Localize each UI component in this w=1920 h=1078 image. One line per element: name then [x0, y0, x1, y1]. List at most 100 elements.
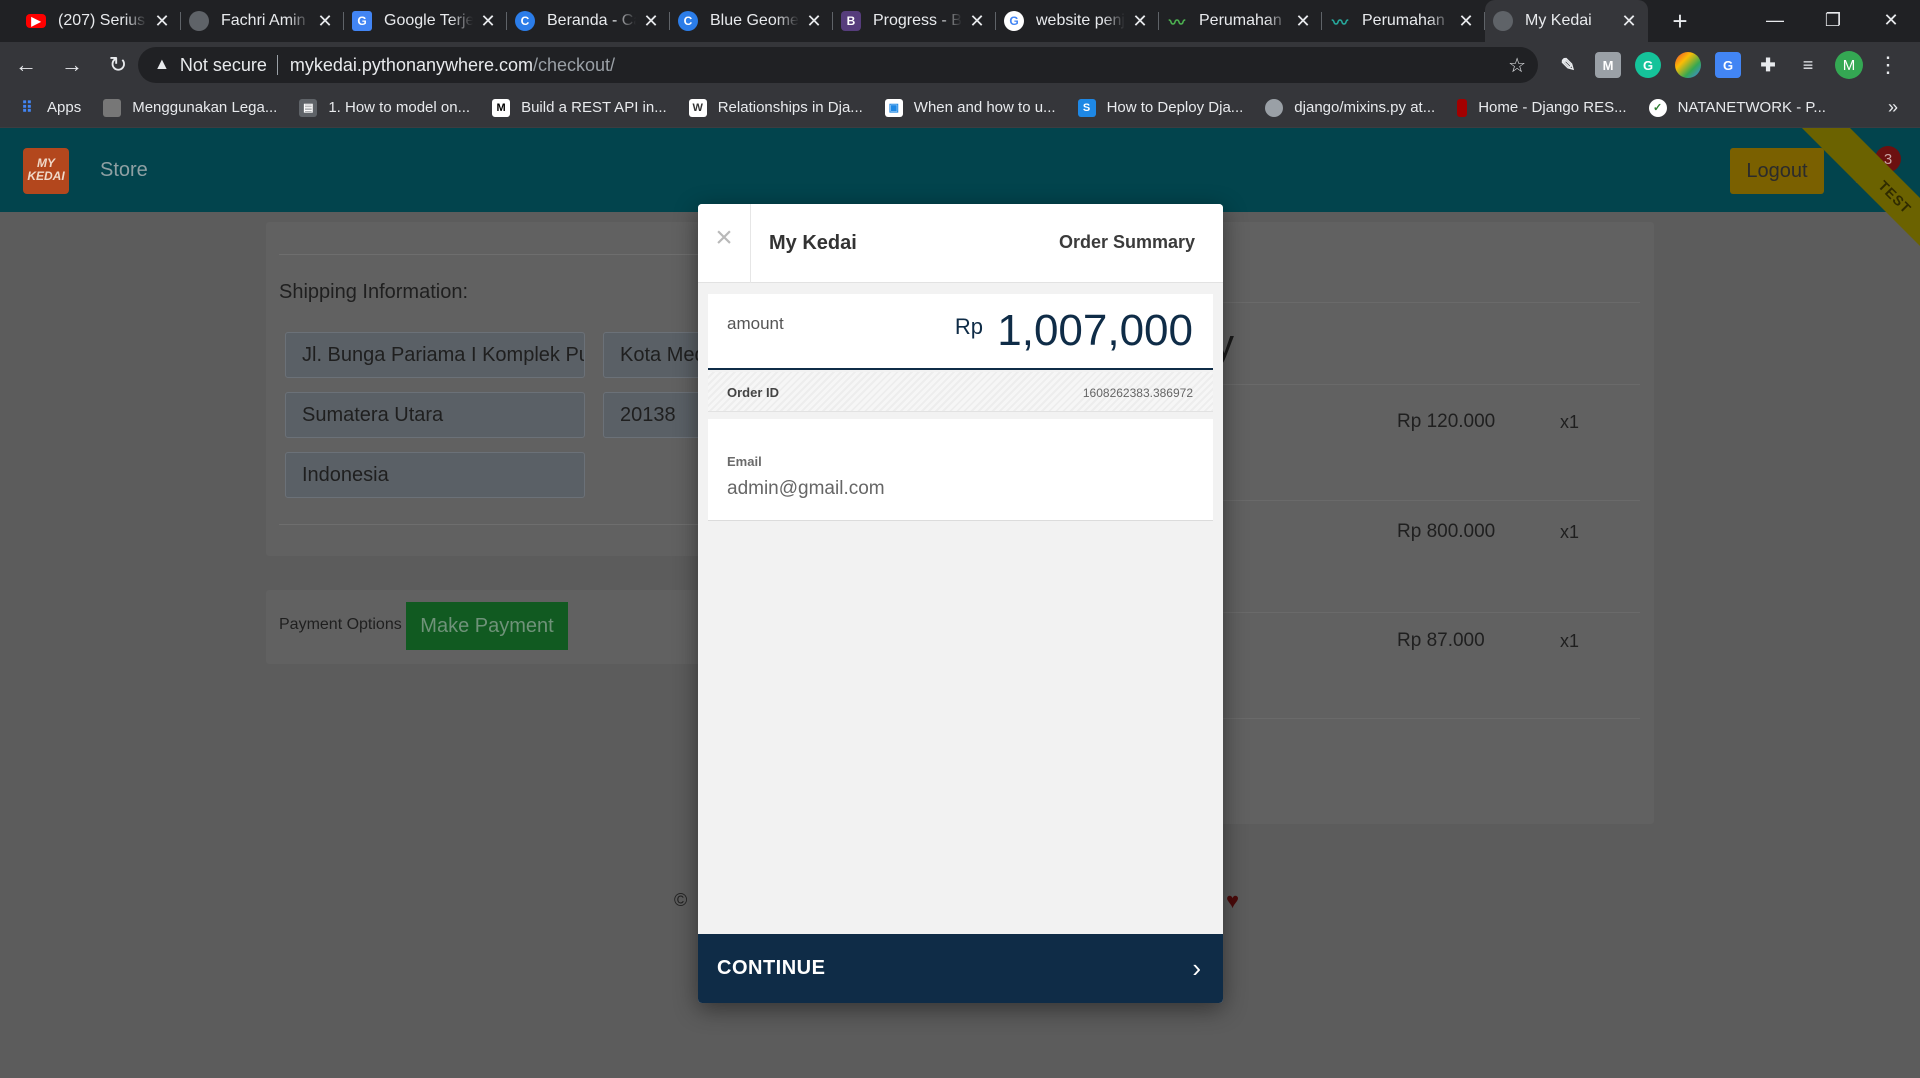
bookmark-item[interactable]: ▣ When and how to u... [884, 98, 1056, 117]
restore-icon[interactable]: ❐ [1804, 0, 1862, 40]
window-controls: — ❐ ✕ [1746, 0, 1920, 40]
s-icon: S [1077, 98, 1096, 117]
close-icon[interactable]: ✕ [1294, 12, 1312, 30]
browser-tab[interactable]: 〰 Perumahan ✕ [1322, 0, 1485, 42]
address-bar[interactable]: ▲ Not secure mykedai.pythonanywhere.com … [138, 47, 1538, 83]
divider [750, 204, 751, 283]
merchant-name: My Kedai [769, 232, 857, 254]
bookmark-item[interactable]: M Build a REST API in... [492, 98, 667, 117]
tab-title: Perumahan [1199, 12, 1282, 29]
divider [1214, 718, 1640, 719]
tab-title: Beranda - Canva [547, 12, 636, 29]
tab-title: Blue Geometric [710, 12, 799, 29]
continue-label: CONTINUE [717, 957, 826, 979]
order-id-label: Order ID [727, 385, 780, 400]
payment-modal: × My Kedai Order Summary amount Rp 1,007… [698, 204, 1223, 1003]
colorful-extension-icon[interactable] [1675, 52, 1701, 78]
bookmark-label: Apps [47, 99, 82, 116]
bookmark-item[interactable]: django/mixins.py at... [1265, 98, 1436, 117]
pen-extension-icon[interactable]: ✎ [1555, 52, 1581, 78]
amount-currency: Rp [954, 314, 983, 339]
close-icon[interactable]: ✕ [153, 12, 171, 30]
close-icon[interactable]: × [712, 223, 736, 253]
tab-title: (207) Serius [58, 12, 146, 29]
order-summary-link[interactable]: Order Summary [1059, 232, 1195, 253]
email-value: admin@gmail.com [727, 478, 885, 499]
google-translate-extension-icon[interactable]: G [1715, 52, 1741, 78]
bookmark-label: django/mixins.py at... [1294, 99, 1436, 116]
not-secure-label: Not secure [179, 54, 267, 75]
close-icon[interactable]: ✕ [968, 12, 986, 30]
minimize-icon[interactable]: — [1746, 0, 1804, 40]
tab-title: website penjualan [1036, 12, 1125, 29]
apps-icon: ⠿ [21, 99, 33, 117]
tab-strip: ▶ (207) Serius ✕ Fachri Amin ✕ G Google … [0, 0, 1920, 42]
item-quantity: x1 [1560, 631, 1580, 651]
close-icon[interactable]: ✕ [316, 12, 334, 30]
browser-tab[interactable]: G Google Terjemahan ✕ [344, 0, 507, 42]
bookmark-label: Menggunakan Lega... [132, 99, 278, 116]
url-path: /checkout/ [533, 54, 616, 75]
bookmark-item[interactable]: Home - Django RES... [1457, 98, 1627, 117]
menu-icon[interactable]: ⋮ [1877, 52, 1899, 78]
youtube-icon: ▶ [26, 14, 46, 28]
tab-title: Google Terjemahan [384, 12, 473, 29]
canva-icon: C [678, 11, 698, 31]
bookmark-item[interactable]: W Relationships in Dja... [688, 98, 863, 117]
bookmark-label: How to Deploy Dja... [1106, 99, 1244, 116]
more-bookmarks-icon[interactable]: » [1888, 97, 1898, 118]
browser-toolbar: ← → ↻ ▲ Not secure mykedai.pythonanywher… [0, 42, 1920, 88]
natanetwork-icon: ✓ [1648, 98, 1667, 117]
media-control-icon[interactable]: ≡ [1795, 52, 1821, 78]
divider [279, 524, 703, 525]
browser-tab[interactable]: 〰 Perumahan ✕ [1159, 0, 1322, 42]
bookmark-item[interactable]: S How to Deploy Dja... [1077, 98, 1244, 117]
extensions-area: ✎ M G G ✚ ≡ M ⋮ [1555, 42, 1899, 88]
browser-tab[interactable]: B Progress - Bootstrap ✕ [833, 0, 996, 42]
continue-button[interactable]: CONTINUE › [698, 934, 1223, 1003]
shipping-info-label: Shipping Information: [279, 281, 469, 303]
close-icon[interactable]: ✕ [1131, 12, 1149, 30]
bookmark-item[interactable]: ⠿ Apps [18, 99, 81, 117]
close-icon[interactable]: ✕ [1457, 12, 1475, 30]
url-host: mykedai.pythonanywhere.com [289, 54, 534, 75]
browser-tab[interactable]: G website penjualan ✕ [996, 0, 1159, 42]
nav-store-link[interactable]: Store [100, 159, 148, 182]
bookmark-star-icon[interactable]: ☆ [1508, 53, 1526, 78]
bookmark-item[interactable]: ▤ 1. How to model on... [299, 98, 471, 117]
close-icon[interactable]: ✕ [642, 12, 660, 30]
amount-label: amount [727, 314, 784, 333]
m-extension-icon[interactable]: M [1595, 52, 1621, 78]
close-icon[interactable]: ✕ [1620, 12, 1638, 30]
browser-tab[interactable]: Fachri Amin ✕ [181, 0, 344, 42]
bookmark-label: Home - Django RES... [1478, 99, 1627, 116]
country-field[interactable]: Indonesia [285, 452, 585, 498]
brand-logo[interactable]: MY KEDAI [23, 148, 69, 194]
bookmark-item[interactable]: Menggunakan Lega... [103, 98, 278, 117]
back-icon[interactable]: ← [6, 45, 46, 85]
browser-tab[interactable]: C Beranda - Canva ✕ [507, 0, 670, 42]
state-field[interactable]: Sumatera Utara [285, 392, 585, 438]
profile-avatar[interactable]: M [1835, 51, 1863, 79]
divider [1214, 612, 1640, 613]
bookmark-label: 1. How to model on... [328, 99, 471, 116]
browser-tab[interactable]: C Blue Geometric ✕ [670, 0, 833, 42]
warning-icon: ▲ [154, 56, 170, 73]
forward-icon[interactable]: → [52, 45, 92, 85]
close-icon[interactable]: ✕ [805, 12, 823, 30]
grammarly-icon[interactable]: G [1635, 52, 1661, 78]
browser-tab[interactable]: ▶ (207) Serius ✕ [18, 0, 181, 42]
logout-button[interactable]: Logout [1730, 148, 1824, 194]
close-icon[interactable]: ✕ [479, 12, 497, 30]
reload-icon[interactable]: ↻ [98, 45, 138, 85]
item-quantity: x1 [1560, 412, 1580, 432]
order-id-row: Order ID 1608262383.386972 [708, 372, 1213, 412]
globe-icon [189, 11, 209, 31]
browser-tab-active[interactable]: My Kedai ✕ [1485, 0, 1648, 42]
bookmark-item[interactable]: ✓ NATANETWORK - P... [1648, 98, 1826, 117]
puzzle-icon[interactable]: ✚ [1755, 52, 1781, 78]
address-field[interactable]: Jl. Bunga Pariama I Komplek Pu [285, 332, 585, 378]
make-payment-button[interactable]: Make Payment [406, 602, 568, 650]
close-window-icon[interactable]: ✕ [1862, 0, 1920, 40]
new-tab-button[interactable]: + [1662, 3, 1698, 39]
